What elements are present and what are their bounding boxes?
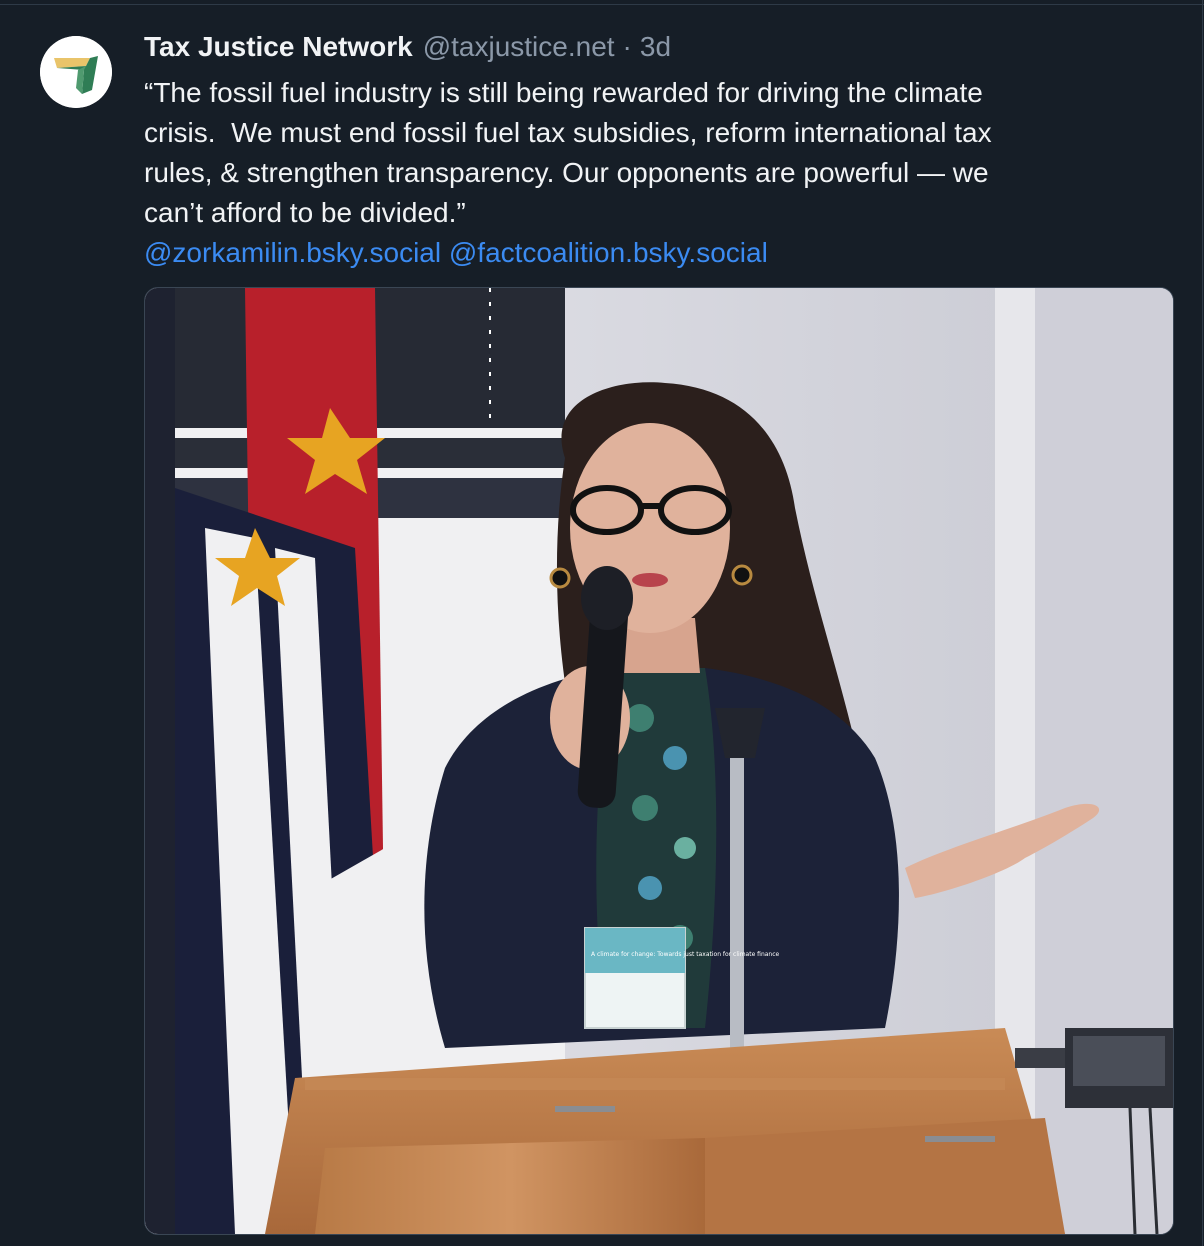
app-frame: Tax Justice Network @taxjustice.net · 3d… [0, 0, 1204, 1246]
post-text-line: crisis. We must end fossil fuel tax subs… [144, 117, 992, 148]
header-separator: · [622, 31, 632, 62]
post-text-line: rules, & strengthen transparency. Our op… [144, 157, 989, 188]
author-avatar[interactable] [40, 36, 112, 108]
post-text-line: can’t afford to be divided.” [144, 197, 466, 228]
post-header: Tax Justice Network @taxjustice.net · 3d [144, 27, 671, 67]
tax-justice-network-logo-icon [40, 36, 112, 108]
speaker-photo: A climate for change: Towards just taxat… [145, 288, 1173, 1234]
post-image[interactable]: A climate for change: Towards just taxat… [144, 287, 1174, 1235]
mention-link-zorkamilin[interactable]: @zorkamilin.bsky.social [144, 237, 441, 268]
mention-link-factcoalition[interactable]: @factcoalition.bsky.social [449, 237, 768, 268]
right-divider [1202, 0, 1203, 1246]
post-mentions: @zorkamilin.bsky.social @factcoalition.b… [144, 233, 768, 273]
feed-post[interactable]: Tax Justice Network @taxjustice.net · 3d… [0, 5, 1202, 1246]
post-timestamp[interactable]: 3d [640, 31, 671, 63]
post-body: “The fossil fuel industry is still being… [144, 73, 1144, 233]
author-display-name[interactable]: Tax Justice Network [144, 31, 413, 63]
post-text-line: “The fossil fuel industry is still being… [144, 77, 983, 108]
author-handle[interactable]: @taxjustice.net [423, 31, 615, 63]
badge-text: A climate for change: Towards just taxat… [591, 951, 780, 958]
